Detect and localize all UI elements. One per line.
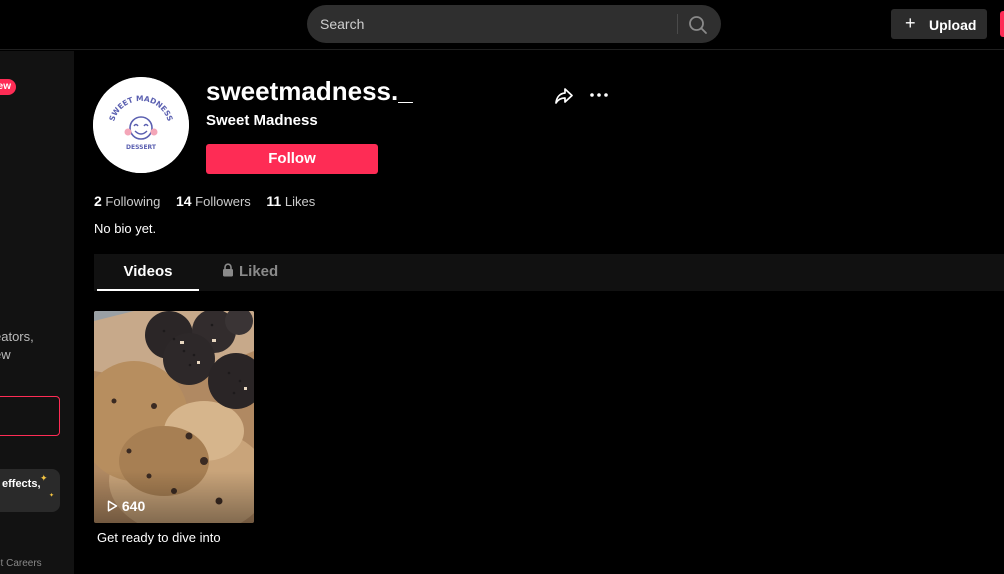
upload-label: Upload bbox=[929, 17, 977, 33]
display-name: Sweet Madness bbox=[206, 112, 318, 129]
follow-button[interactable]: Follow bbox=[206, 144, 378, 174]
following-label: Following bbox=[105, 194, 161, 209]
sparkle-icon: ✦ bbox=[49, 493, 55, 499]
sparkle-icon: ✦ bbox=[40, 473, 48, 483]
lock-icon bbox=[222, 255, 234, 291]
more-icon[interactable] bbox=[588, 85, 610, 107]
sidebar: ew eators, ew effects, ✦ ✦ act Careers bbox=[0, 51, 74, 574]
search-icon[interactable] bbox=[687, 14, 709, 36]
play-icon bbox=[107, 498, 122, 514]
sidebar-promo-line: ew bbox=[0, 347, 11, 362]
sidebar-footer-links[interactable]: act Careers bbox=[0, 558, 42, 569]
sidebar-effects-card[interactable]: effects, ✦ ✦ bbox=[0, 469, 60, 512]
view-count: 640 bbox=[121, 498, 146, 514]
svg-text:DESSERT: DESSERT bbox=[126, 144, 157, 151]
following-count: 2 bbox=[94, 193, 102, 209]
tab-liked-label: Liked bbox=[239, 263, 279, 280]
sidebar-login-button[interactable] bbox=[0, 396, 60, 436]
likes-stat: 11 Likes bbox=[266, 193, 315, 209]
share-icon[interactable] bbox=[553, 85, 575, 107]
video-caption[interactable]: Get ready to dive into bbox=[97, 530, 221, 545]
avatar-logo: SWEET MADNESS DESSERT bbox=[93, 77, 189, 173]
tab-videos[interactable]: Videos bbox=[97, 254, 199, 291]
profile-tabs: Videos Liked bbox=[94, 254, 1004, 291]
likes-label: Likes bbox=[284, 194, 316, 209]
top-bar: Search + Upload bbox=[0, 0, 1004, 50]
sidebar-promo-line: eators, bbox=[0, 329, 34, 344]
username: sweetmadness._ bbox=[206, 76, 413, 106]
tab-active-indicator bbox=[97, 289, 199, 291]
upload-button[interactable]: + Upload bbox=[891, 9, 987, 39]
search-input[interactable]: Search bbox=[320, 16, 364, 32]
login-button-edge[interactable] bbox=[1000, 11, 1004, 37]
plus-icon: + bbox=[905, 13, 916, 33]
likes-count: 11 bbox=[266, 193, 282, 209]
followers-label: Followers bbox=[195, 194, 251, 209]
following-stat[interactable]: 2 Following bbox=[94, 193, 160, 209]
tab-liked[interactable]: Liked bbox=[222, 254, 278, 291]
search-divider bbox=[677, 14, 678, 34]
followers-stat[interactable]: 14 Followers bbox=[176, 193, 251, 209]
effects-label: effects, bbox=[2, 478, 41, 490]
followers-count: 14 bbox=[175, 193, 192, 209]
new-badge: ew bbox=[0, 79, 16, 95]
video-thumbnail[interactable] bbox=[94, 311, 254, 523]
bio: No bio yet. bbox=[94, 221, 157, 236]
video-thumbnail-image bbox=[94, 311, 254, 523]
sidebar-promo-text: eators, ew bbox=[0, 328, 74, 364]
search-bar[interactable]: Search bbox=[307, 5, 721, 43]
profile-stats: 2 Following 14 Followers 11 Likes bbox=[94, 193, 327, 209]
avatar[interactable]: SWEET MADNESS DESSERT bbox=[93, 77, 189, 173]
video-view-count: 640 bbox=[107, 498, 145, 514]
